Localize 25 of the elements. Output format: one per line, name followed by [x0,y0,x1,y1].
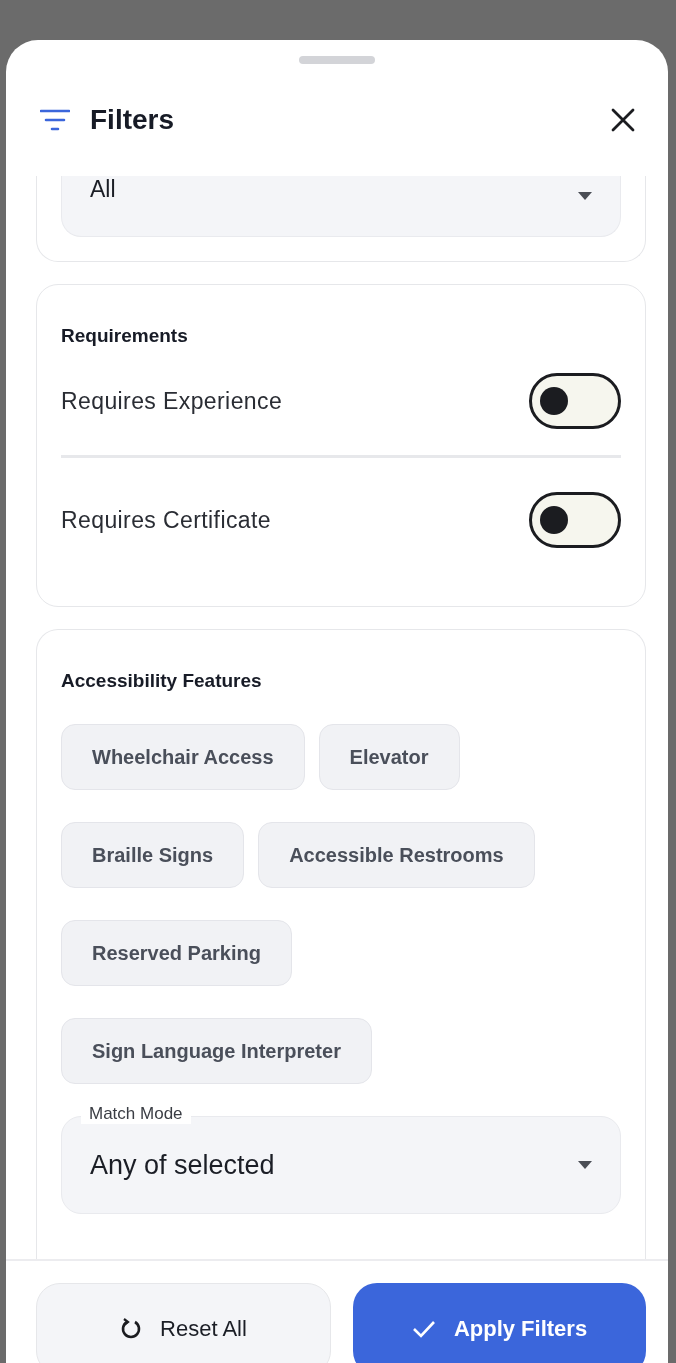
reset-icon [120,1318,143,1340]
section-title: Requirements [61,325,189,347]
select-field[interactable]: All [61,176,621,237]
toggle-label: Requires Experience [61,387,284,415]
select-value: Any of selected [90,1149,276,1181]
feature-chip[interactable]: Reserved Parking [61,920,292,986]
filter-icon [40,109,70,131]
check-icon [411,1320,436,1338]
feature-chip[interactable]: Elevator [318,724,460,790]
feature-chip[interactable]: Wheelchair Access [61,724,305,790]
dropdown-caret-icon [578,192,592,200]
section-title: Accessibility Features [61,670,263,692]
sheet-title: Filters [90,104,176,136]
toggle-switch[interactable] [529,373,621,429]
apply-button[interactable]: Apply Filters [353,1283,646,1363]
toggle-label: Requires Certificate [61,506,272,534]
reset-button[interactable]: Reset All [36,1283,331,1363]
feature-chip[interactable]: Accessible Restrooms [258,822,535,888]
feature-chip[interactable]: Sign Language Interpreter [61,1018,372,1084]
select-value: All [90,176,117,203]
field-label: Match Mode [81,1104,191,1124]
feature-chip[interactable]: Braille Signs [61,822,245,888]
drag-handle[interactable] [299,56,375,64]
dropdown-caret-icon [578,1161,592,1169]
toggle-switch[interactable] [529,492,621,548]
